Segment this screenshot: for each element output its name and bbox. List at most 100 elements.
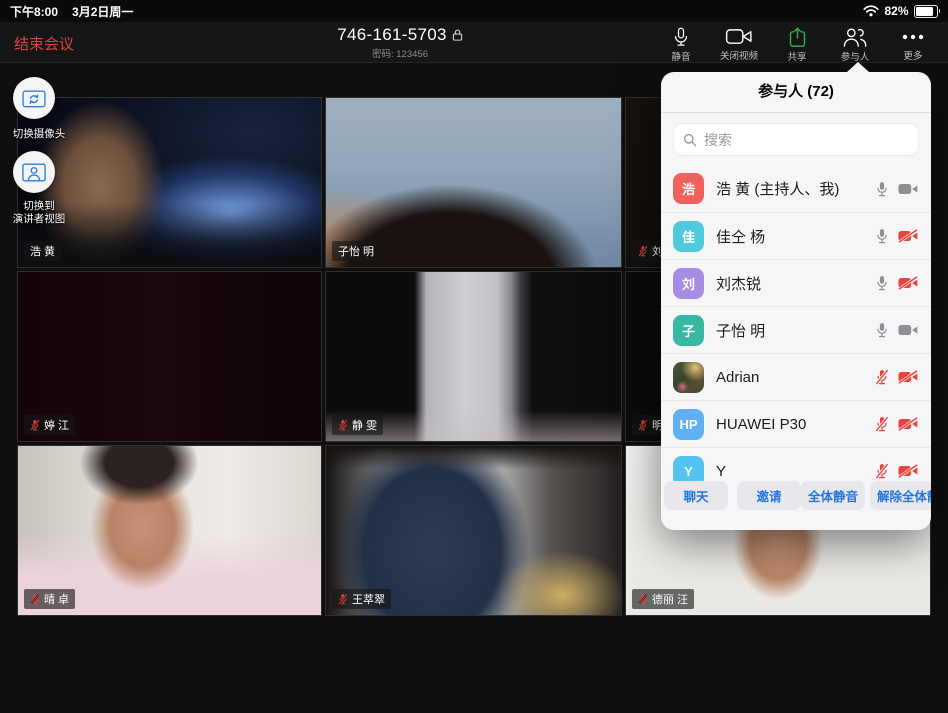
tile-name: 浩 黄 xyxy=(30,243,55,259)
stop-video-button[interactable]: 关闭视频 xyxy=(710,22,768,62)
mic-on-icon xyxy=(875,228,889,244)
participant-row[interactable]: HP HUAWEI P30 xyxy=(661,400,931,447)
participant-status xyxy=(875,369,918,385)
participant-row[interactable]: Y Y xyxy=(661,447,931,481)
participant-name: 子怡 明 xyxy=(716,320,875,341)
participant-name: HUAWEI P30 xyxy=(716,416,875,433)
more-dots-icon xyxy=(901,26,925,47)
video-tile[interactable]: 浩 黄 xyxy=(17,97,322,268)
search-area xyxy=(661,113,931,165)
search-input[interactable] xyxy=(702,131,909,149)
avatar: 刘 xyxy=(673,268,704,299)
participant-status xyxy=(875,416,918,432)
video-on-icon xyxy=(898,182,918,196)
tile-name: 德丽 汪 xyxy=(652,591,688,607)
speaker-view-icon xyxy=(22,163,46,182)
switch-camera-icon xyxy=(22,88,46,108)
video-tile[interactable]: 晴 卓 xyxy=(17,445,322,616)
more-button[interactable]: 更多 xyxy=(884,22,942,62)
video-off-icon xyxy=(898,276,918,290)
participant-row[interactable]: 刘 刘杰锐 xyxy=(661,259,931,306)
switch-camera-button[interactable] xyxy=(13,77,55,119)
participant-name: Adrian xyxy=(716,369,875,386)
video-tile[interactable]: 静 雯 xyxy=(325,271,622,442)
video-tile[interactable]: 子怡 明 xyxy=(325,97,622,268)
microphone-icon xyxy=(671,26,691,48)
switch-camera-label: 切换摄像头 xyxy=(0,128,78,141)
tile-name: 王萃翠 xyxy=(352,591,385,607)
participant-row[interactable]: 子 子怡 明 xyxy=(661,306,931,353)
speaker-view-button[interactable] xyxy=(13,151,55,193)
muted-mic-icon xyxy=(338,419,348,431)
participant-status xyxy=(875,228,918,244)
participant-status xyxy=(875,322,918,338)
share-icon xyxy=(787,26,808,48)
muted-mic-icon xyxy=(30,419,40,431)
avatar: 浩 xyxy=(673,173,704,204)
video-on-icon xyxy=(898,323,918,337)
mic-on-icon xyxy=(875,275,889,291)
invite-button[interactable]: 邀请 xyxy=(737,481,801,510)
participant-row[interactable]: 佳 佳仝 杨 xyxy=(661,212,931,259)
participants-button[interactable]: 参与人 xyxy=(826,22,884,62)
mic-on-icon xyxy=(875,322,889,338)
tile-nameplate: 王萃翠 xyxy=(332,589,391,609)
tile-nameplate: 婷 江 xyxy=(24,415,75,435)
video-tile[interactable]: 婷 江 xyxy=(17,271,322,442)
avatar: 佳 xyxy=(673,221,704,252)
video-off-icon xyxy=(898,370,918,384)
participants-list: 浩 浩 黄 (主持人、我) 佳 佳仝 杨 刘 xyxy=(661,165,931,481)
participant-name: Y xyxy=(716,463,875,480)
tile-nameplate: 静 雯 xyxy=(332,415,383,435)
video-off-icon xyxy=(898,417,918,431)
participant-row[interactable]: Adrian xyxy=(661,353,931,400)
participant-row[interactable]: 浩 浩 黄 (主持人、我) xyxy=(661,165,931,212)
avatar-photo xyxy=(673,362,704,393)
mic-on-icon xyxy=(875,181,889,197)
participant-status xyxy=(875,275,918,291)
meeting-info[interactable]: 746-161-5703 密码: 123456 xyxy=(300,25,500,60)
avatar: 子 xyxy=(673,315,704,346)
video-camera-icon xyxy=(725,26,753,47)
video-off-icon xyxy=(898,229,918,243)
end-meeting-button[interactable]: 结束会议 xyxy=(14,33,74,54)
participant-name: 佳仝 杨 xyxy=(716,226,875,247)
share-button[interactable]: 共享 xyxy=(768,22,826,62)
participant-name: 浩 黄 (主持人、我) xyxy=(716,178,875,199)
search-box[interactable] xyxy=(673,123,919,156)
participant-status xyxy=(875,181,918,197)
mic-muted-icon xyxy=(875,463,889,479)
battery-icon xyxy=(914,5,941,18)
panel-pointer xyxy=(847,62,869,72)
tile-nameplate: 子怡 明 xyxy=(332,241,380,261)
participants-icon xyxy=(841,26,869,48)
unmute-all-button[interactable]: 解除全体静音 xyxy=(870,481,931,510)
muted-mic-icon xyxy=(638,419,648,431)
participants-panel: 参与人 (72) 浩 浩 黄 (主持人、我) xyxy=(661,72,931,530)
mute-all-button[interactable]: 全体静音 xyxy=(801,481,865,510)
lock-icon xyxy=(452,28,463,42)
video-off-icon xyxy=(898,464,918,478)
tile-name: 静 雯 xyxy=(352,417,377,433)
tile-name: 婷 江 xyxy=(44,417,69,433)
status-bar: 下午8:00 3月2日周一 82% xyxy=(0,0,948,22)
chat-button[interactable]: 聊天 xyxy=(664,481,728,510)
participant-status xyxy=(875,463,918,479)
mic-muted-icon xyxy=(875,369,889,385)
search-icon xyxy=(683,133,697,147)
wifi-icon xyxy=(863,5,879,17)
muted-mic-icon xyxy=(338,593,348,605)
avatar: Y xyxy=(673,456,704,482)
participant-name: 刘杰锐 xyxy=(716,273,875,294)
tile-nameplate: 晴 卓 xyxy=(24,589,75,609)
mute-button[interactable]: 静音 xyxy=(652,22,710,62)
video-tile[interactable]: 王萃翠 xyxy=(325,445,622,616)
meeting-toolbar: 结束会议 746-161-5703 密码: 123456 静 xyxy=(0,22,948,63)
status-time: 下午8:00 xyxy=(10,3,58,20)
mic-muted-icon xyxy=(875,416,889,432)
tile-nameplate: 德丽 汪 xyxy=(632,589,694,609)
battery-percent: 82% xyxy=(884,4,908,18)
meeting-password: 密码: 123456 xyxy=(300,46,500,60)
speaker-view-label: 切换到 演讲者视图 xyxy=(0,200,78,225)
avatar: HP xyxy=(673,409,704,440)
